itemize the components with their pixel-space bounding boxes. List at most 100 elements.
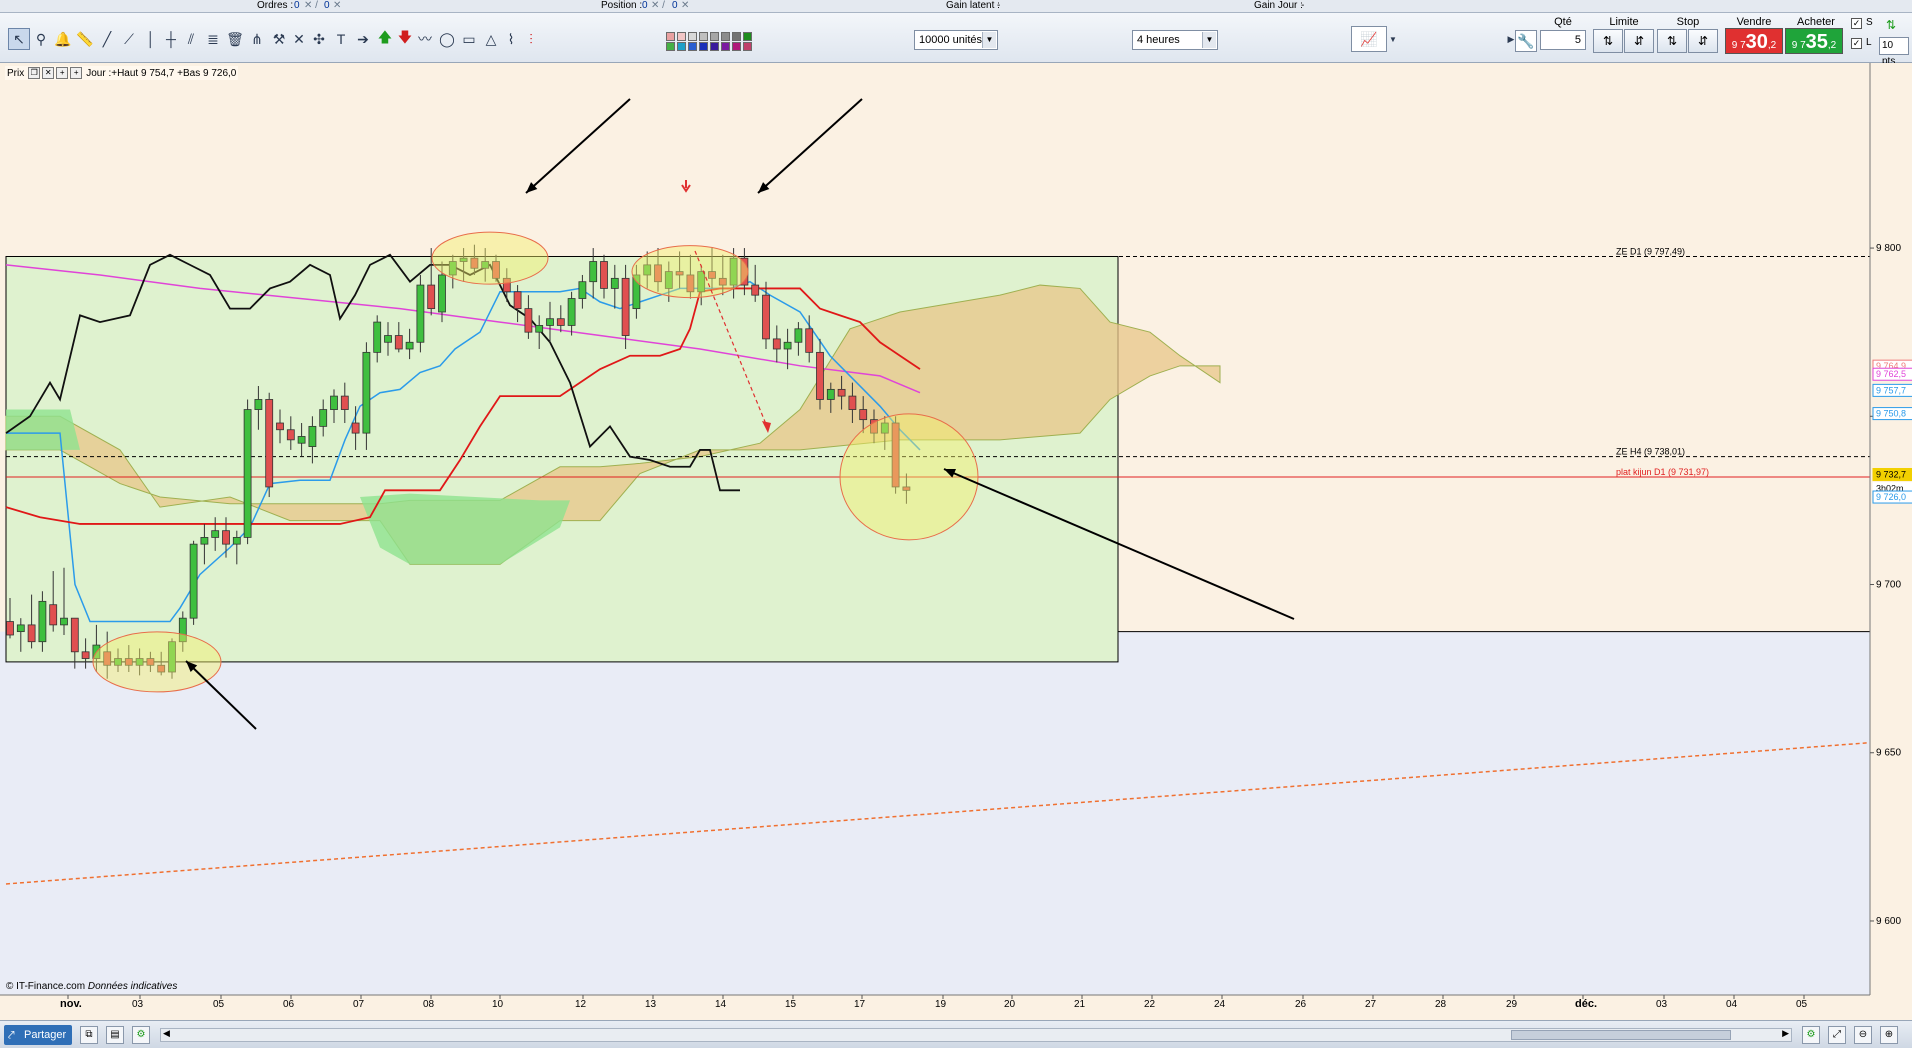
pitchfork-tool-icon[interactable]: ⋔ [246,28,268,50]
units-select[interactable]: 10000 unités ▼ [914,30,998,50]
color-swatch[interactable] [699,42,708,51]
position-count-2[interactable]: 0 [672,0,678,12]
cross-line-icon[interactable]: ✕ [288,28,310,50]
color-swatch[interactable] [688,42,697,51]
chevron-down-icon[interactable]: ▼ [982,32,996,48]
sheet-icon[interactable]: ▤ [106,1026,124,1044]
color-swatch[interactable] [699,32,708,41]
color-swatch[interactable] [743,42,752,51]
share-button[interactable]: ⤤ Partager [4,1025,72,1045]
ichimoku-cloud-green-left [6,409,80,450]
stop-sell-button[interactable]: ⇵ [1688,29,1718,53]
sell-price-button[interactable]: 9 730,2 [1725,28,1783,54]
pointer-tool-icon[interactable]: ↖ [8,28,30,50]
candle-body [794,328,803,343]
position-count[interactable]: 0 [642,0,648,12]
date-tick-label: déc. [1575,998,1597,1010]
color-swatch[interactable] [710,32,719,41]
add-panel-icon[interactable]: + [70,67,83,79]
color-line-icon[interactable]: ⫶ [520,28,542,50]
candle-body [340,395,349,410]
color-swatch[interactable] [677,32,686,41]
fibonacci-tool-icon[interactable]: ≣ [202,28,224,50]
candle-body [416,284,425,343]
color-swatch[interactable] [666,42,675,51]
candle-body [189,543,198,619]
indicator-line-icon[interactable]: ⌇ [500,28,522,50]
window-restore-icon[interactable]: ❐ [28,67,41,79]
scroll-left-icon[interactable]: ◀ [163,1028,170,1039]
chart-type-chevron-icon[interactable]: ▼ [1387,26,1399,52]
orders-close-icon-2[interactable]: ✕ [333,0,341,12]
zoom-in-icon[interactable]: ⊕ [1880,1026,1898,1044]
chart-type-icon[interactable]: 📈 [1351,26,1387,52]
price-chart[interactable]: ZE D1 (9 797,49) ZE H4 (9 738,01) plat kij… [0,63,1912,1020]
color-swatch[interactable] [721,32,730,41]
quantity-input[interactable]: 5 [1540,30,1586,50]
trading-platform-window: Ordres : 0 ✕ / 0 ✕ Position : 0 ✕ / 0 ✕ … [0,0,1912,1048]
limit-buy-button[interactable]: ⇅ [1593,29,1623,53]
period-select[interactable]: 4 heures ▼ [1132,30,1218,50]
horizontal-line-icon[interactable]: ┼ [160,28,182,50]
color-swatch[interactable] [666,32,675,41]
alarm-bell-icon[interactable]: 🔔 [52,28,74,50]
color-swatch[interactable] [721,42,730,51]
candle-body [308,425,317,447]
buy-label: Acheter [1797,16,1835,28]
rectangle-tool-icon[interactable]: ▭ [458,28,480,50]
color-swatch[interactable] [732,42,741,51]
date-tick-label: 24 [1214,999,1226,1010]
orders-count-2[interactable]: 0 [324,0,330,12]
text-tool-icon[interactable]: T [330,28,352,50]
stop-label: Stop [1676,16,1700,28]
date-tick-label: nov. [60,998,82,1010]
arrow-up-green-icon[interactable]: 🡅 [374,28,396,50]
orders-count[interactable]: 0 [294,0,300,12]
buy-price-button[interactable]: 9 735,2 [1785,28,1843,54]
vertical-line-icon[interactable]: │ [140,28,162,50]
zoom-out-icon[interactable]: ⊖ [1854,1026,1872,1044]
points-input[interactable]: 10 pts [1879,37,1909,67]
delete-tool-icon[interactable]: 🗑 [224,28,246,50]
fit-icon[interactable]: ⤢ [1828,1026,1846,1044]
polyline-tool-icon[interactable]: 〰 [414,28,436,50]
wrench-settings-icon[interactable]: 🔧 [1515,30,1537,52]
chart-settings-icon[interactable]: ⚙ [132,1026,150,1044]
limit-sell-button[interactable]: ⇵ [1624,29,1654,53]
channel-tool-icon[interactable]: ⫽ [180,28,202,50]
horizontal-scrollbar[interactable]: ◀ ▶ [160,1028,1792,1042]
color-swatch[interactable] [688,32,697,41]
close-indicator-icon[interactable]: ✕ [42,67,55,79]
scrollbar-thumb[interactable] [1511,1030,1731,1040]
stop-checkbox[interactable]: ✓ [1851,18,1862,29]
zoom-tool-icon[interactable]: ⚲ [30,28,52,50]
settings-green-icon[interactable]: ⚙ [1802,1026,1820,1044]
color-swatch[interactable] [710,42,719,51]
units-select-value: 10000 unités [919,34,982,46]
color-swatch[interactable] [677,42,686,51]
color-swatch[interactable] [732,32,741,41]
position-close-icon-2[interactable]: ✕ [681,0,689,12]
chart-canvas[interactable]: ZE D1 (9 797,49) ZE H4 (9 738,01) plat kij… [0,63,1912,1020]
color-swatch[interactable] [743,32,752,41]
stop-buy-button[interactable]: ⇅ [1657,29,1687,53]
triangle-tool-icon[interactable]: △ [480,28,502,50]
horizontal-level-label: ZE H4 (9 738,01) [1616,447,1685,457]
order-mode-icon[interactable]: ⇅ [1880,15,1902,35]
scroll-right-icon[interactable]: ▶ [1782,1028,1789,1039]
arrow-right-icon[interactable]: ➔ [352,28,374,50]
position-close-icon[interactable]: ✕ / [651,0,665,12]
orders-close-icon[interactable]: ✕ / [304,0,318,12]
chevron-down-icon[interactable]: ▼ [1202,32,1216,48]
date-tick-label: 05 [213,999,225,1010]
limit-checkbox[interactable]: ✓ [1851,38,1862,49]
ray-tool-icon[interactable]: ⟋ [118,28,140,50]
ruler-tool-icon[interactable]: 📏 [74,28,96,50]
arrow-down-red-icon[interactable]: 🡇 [394,28,416,50]
gann-tool-icon[interactable]: ✣ [308,28,330,50]
ellipse-tool-icon[interactable]: ◯ [436,28,458,50]
trendline-tool-icon[interactable]: ╱ [96,28,118,50]
add-indicator-icon[interactable]: + [56,67,69,79]
layout-icon[interactable]: ⧉ [80,1026,98,1044]
magnet-tool-icon[interactable]: ⚒ [268,28,290,50]
